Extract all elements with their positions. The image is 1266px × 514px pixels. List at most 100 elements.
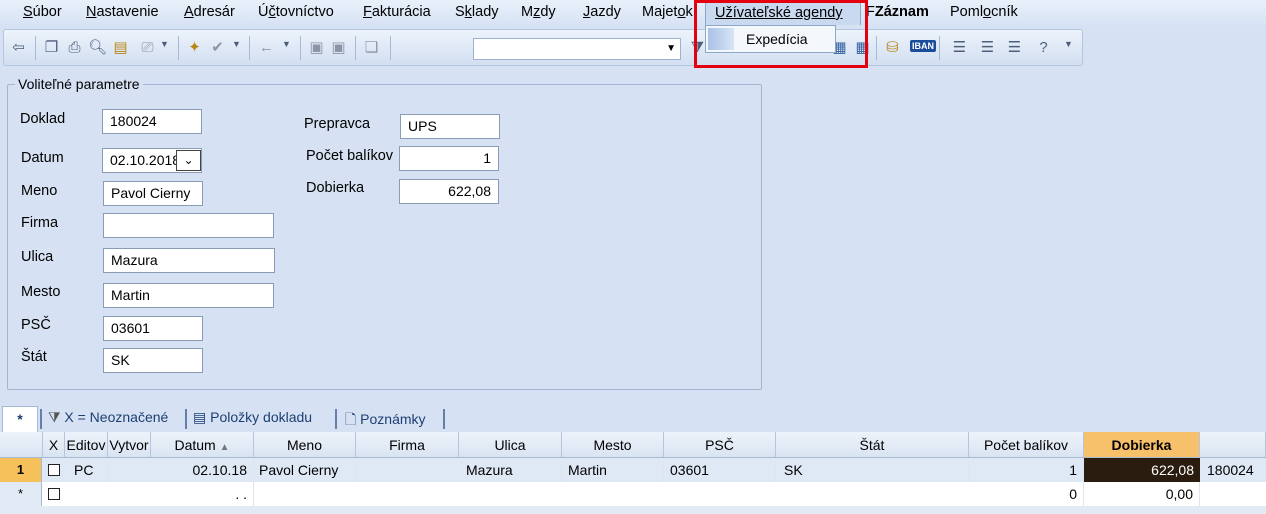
row-indicator[interactable]: 1 [0,458,42,482]
list-icon[interactable]: ☰ [978,38,997,57]
table-row-new[interactable]: * . . 0 0,00 [0,482,1266,506]
menu-pomocnik[interactable]: Pomlocník [950,4,1018,20]
cell-pocet-balikov: 0 [969,482,1084,506]
print-icon[interactable]: ⎙ [65,38,84,57]
col-header-datum[interactable]: Datum ▲ [151,432,254,458]
pocet-balikov-label: Počet balíkov [306,148,394,164]
fax-icon[interactable]: ⎚ [138,38,157,57]
col-header-stat[interactable]: Štát [776,432,969,458]
chevron-down-icon[interactable]: ▼ [282,39,291,49]
save-icon[interactable]: ▣ [307,38,326,57]
cell-doklad: 180024 [1207,458,1266,482]
paste-icon[interactable]: ❏ [362,38,381,57]
col-header-doklad[interactable] [1200,432,1266,458]
doklad-field[interactable]: 180024 [102,109,202,134]
list-export-icon[interactable]: ☰ [1005,38,1024,57]
copy-doc-icon[interactable]: ❐ [42,38,61,57]
meno-field[interactable]: Pavol Cierny [103,181,203,206]
stat-field[interactable]: SK [103,348,203,373]
doklad-label: Doklad [20,111,66,127]
row-checkbox[interactable] [48,464,60,476]
mesto-label: Mesto [21,284,61,300]
tab-separator [40,409,42,429]
highlight-box [694,0,868,68]
prepravca-label: Prepravca [304,116,371,132]
row-indicator[interactable]: * [0,482,42,506]
col-header-psc[interactable]: PSČ [664,432,776,458]
back-arrow-icon[interactable]: ← [257,38,276,57]
cell-dobierka-selected[interactable]: 622,08 [1084,458,1200,482]
tab-neoznacene[interactable]: ⧩ X = Neoznačené [48,409,168,426]
firma-label: Firma [21,215,59,231]
mesto-field[interactable]: Martin [103,283,274,308]
tab-bar: * ⧩ X = Neoznačené ▤ Položky dokladu 🗋 P… [0,404,1266,432]
chevron-down-icon[interactable]: ▼ [1064,39,1073,49]
sort-asc-icon: ▲ [219,442,230,453]
menu-adresar[interactable]: Adresár [184,4,235,20]
tab-poznamky[interactable]: 🗋 Poznámky [345,409,426,433]
dobierka-field[interactable]: 622,08 [399,179,499,204]
col-header-meno[interactable]: Meno [254,432,356,458]
menu-uctovnictvo[interactable]: Účtovníctvo [258,4,334,20]
toolbar-separator [355,36,356,60]
table-row[interactable]: 1 PC 02.10.18 Pavol Cierny Mazura Martin… [0,458,1266,482]
firma-field[interactable] [103,213,274,238]
chevron-down-icon[interactable]: ▼ [160,39,169,49]
menu-nastavenie[interactable]: Nastavenie [86,4,159,20]
check-icon[interactable]: ✔ [208,38,227,57]
menu-jazdy[interactable]: Jazdy [583,4,621,20]
ulica-field[interactable]: Mazura [103,248,275,273]
menu-zaznam[interactable]: FZáznam [866,4,929,20]
menu-mzdy[interactable]: Mzdy [521,4,556,20]
grid-bottom-strip [0,506,1266,514]
ulica-label: Ulica [21,249,54,265]
menu-fakturacia[interactable]: Fakturácia [363,4,431,20]
psc-field[interactable]: 03601 [103,316,203,341]
prepravca-field[interactable]: UPS [400,114,500,139]
help-icon[interactable]: ? [1034,38,1053,57]
calendar-dropdown-icon[interactable]: ⌄ [176,150,201,171]
row-checkbox[interactable] [48,488,60,500]
menu-subor[interactable]: Súbor [23,4,62,20]
col-header-ulica[interactable]: Ulica [459,432,562,458]
cell-dobierka: 0,00 [1084,482,1200,506]
grid-corner [0,432,43,458]
psc-label: PSČ [21,317,51,333]
list-import-icon[interactable]: ☰ [950,38,969,57]
export-icon[interactable]: ▤ [111,38,130,57]
pocet-balikov-field[interactable]: 1 [399,146,499,171]
exit-icon[interactable]: ⇦ [9,38,28,57]
chevron-down-icon[interactable]: ▼ [232,39,241,49]
toolbar-separator [249,36,250,60]
new-record-icon[interactable]: ✦ [185,38,204,57]
cell-ulica: Mazura [466,458,562,482]
print-preview-icon[interactable]: 🔍︎ [88,38,107,57]
dobierka-label: Dobierka [306,180,365,196]
datum-label: Datum [21,150,64,166]
col-header-firma[interactable]: Firma [356,432,459,458]
col-header-editov[interactable]: Editov [65,432,108,458]
toolbar-separator [390,36,391,60]
tab-all[interactable]: * [2,406,38,432]
col-header-dobierka[interactable]: Dobierka [1084,432,1200,458]
col-header-mesto[interactable]: Mesto [562,432,664,458]
cell-meno: Pavol Cierny [259,458,356,482]
toolbar-separator [300,36,301,60]
menu-bar: Súbor Nastavenie Adresár Účtovníctvo Fak… [0,0,1266,27]
search-combo[interactable]: ▼ [473,38,681,60]
iban-icon[interactable]: IBAN [910,40,936,52]
col-header-pocet-balikov[interactable]: Počet balíkov [969,432,1084,458]
col-header-x[interactable]: X [43,432,65,458]
toolbar: ⇦ ❐ ⎙ 🔍︎ ▤ ⎚ ▼ ✦ ✔ ▼ ← ▼ ▣ ▣ ❏ ▼ ⧩ ▦ ▦ ⛁… [3,29,1083,66]
menu-sklady[interactable]: Sklady [455,4,499,20]
coins-icon[interactable]: ⛁ [883,38,902,57]
chevron-down-icon[interactable]: ▼ [666,43,676,54]
toolbar-separator [876,36,877,60]
stat-label: Štát [21,349,47,365]
tab-polozky-dokladu[interactable]: ▤ Položky dokladu [193,409,312,426]
toolbar-separator [178,36,179,60]
menu-majetok[interactable]: Majetok [642,4,693,20]
col-header-vytvor[interactable]: Vytvor [108,432,151,458]
toolbar-separator [35,36,36,60]
save-all-icon[interactable]: ▣ [329,38,348,57]
